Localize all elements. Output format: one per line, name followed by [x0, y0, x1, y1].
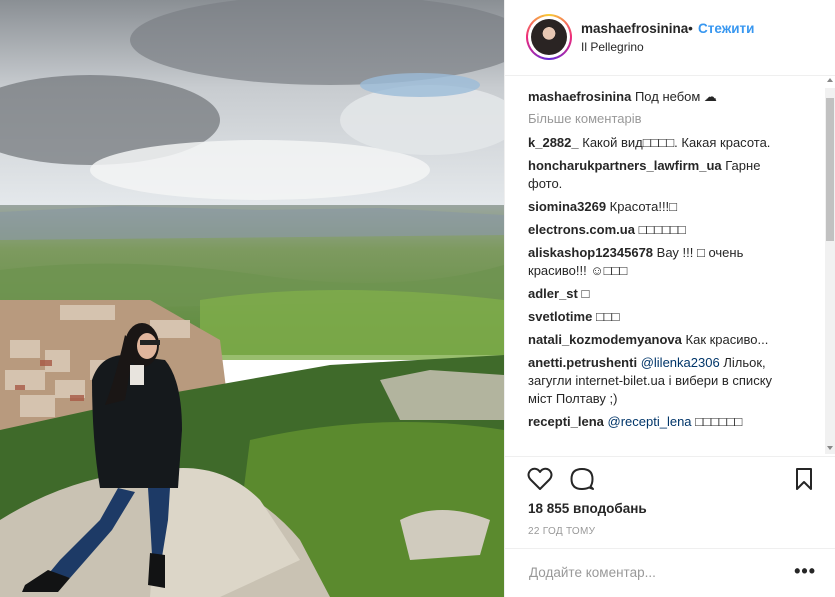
avatar-image — [531, 19, 567, 55]
author-username[interactable]: mashaefrosinina — [581, 21, 688, 36]
comment-text: □□□□□□ — [638, 222, 686, 237]
bookmark-icon[interactable] — [794, 467, 814, 491]
avatar[interactable] — [526, 14, 572, 60]
comment-username[interactable]: honcharukpartners_lawfirm_ua — [528, 158, 722, 173]
comment-bubble-icon[interactable] — [569, 467, 595, 491]
post-location[interactable]: Il Pellegrino — [581, 40, 644, 54]
list-item: siomina3269 Красота!!!□ — [528, 198, 798, 216]
comment-text: □□□ — [595, 309, 620, 324]
list-item: natali_kozmodemyanova Как красиво... — [528, 331, 798, 349]
comment-username[interactable]: svetlotime — [528, 309, 592, 324]
comment-text: Красота!!!□ — [609, 199, 678, 214]
comment-username[interactable]: adler_st — [528, 286, 578, 301]
landscape-photo — [0, 0, 504, 597]
post-header: mashaefrosinina • Стежити Il Pellegrino — [505, 0, 835, 76]
add-comment-input[interactable] — [527, 564, 771, 581]
list-item: recepti_lena @recepti_lena □□□□□□ — [528, 413, 798, 431]
scrollbar-thumb[interactable] — [826, 98, 834, 241]
list-item: adler_st □ — [528, 285, 798, 303]
comment-text: □ — [581, 286, 590, 301]
list-item: aliskashop12345678 Вау !!! □ очень краси… — [528, 244, 798, 280]
comment-text: Как красиво... — [685, 332, 769, 347]
scroll-down-arrow-icon[interactable] — [827, 446, 833, 450]
comment-username[interactable]: k_2882_ — [528, 135, 579, 150]
comment-mention[interactable]: @recepti_lena — [608, 414, 692, 429]
more-options-icon[interactable]: ••• — [794, 561, 816, 582]
comment-text: Какой вид□□□□. Какая красота. — [582, 135, 771, 150]
follow-button[interactable]: Стежити — [698, 21, 754, 36]
scroll-up-arrow-icon[interactable] — [827, 78, 833, 82]
post-details-panel: mashaefrosinina • Стежити Il Pellegrino … — [504, 0, 835, 597]
comment-username[interactable]: aliskashop12345678 — [528, 245, 653, 260]
list-item: electrons.com.ua □□□□□□ — [528, 221, 798, 239]
comment-username[interactable]: natali_kozmodemyanova — [528, 332, 682, 347]
post-actions: 18 855 вподобань 22 ГОД ТОМУ — [505, 456, 835, 556]
post-photo[interactable] — [0, 0, 504, 597]
header-separator: • — [688, 20, 693, 36]
list-item: svetlotime □□□ — [528, 308, 798, 326]
comment-text: □□□□□□ — [695, 414, 743, 429]
add-comment-bar: ••• — [505, 548, 835, 597]
list-item: k_2882_ Какой вид□□□□. Какая красота. — [528, 134, 798, 152]
likes-count[interactable]: 18 855 вподобань — [528, 501, 647, 516]
caption-text: Под небом ☁ — [634, 89, 717, 104]
post-caption: mashaefrosinina Под небом ☁ — [528, 88, 798, 106]
comments-section: mashaefrosinina Под небом ☁ Більше комен… — [505, 76, 835, 456]
caption-username[interactable]: mashaefrosinina — [528, 89, 631, 104]
instagram-post-modal: mashaefrosinina • Стежити Il Pellegrino … — [0, 0, 835, 597]
load-more-comments-button[interactable]: Більше коментарів — [528, 111, 798, 126]
comment-username[interactable]: recepti_lena — [528, 414, 604, 429]
comment-username[interactable]: anetti.petrushenti — [528, 355, 637, 370]
list-item: anetti.petrushenti @lilenka2306 Лільок, … — [528, 354, 798, 408]
comment-mention[interactable]: @lilenka2306 — [641, 355, 720, 370]
avatar-ring-inner — [528, 16, 570, 58]
post-timestamp[interactable]: 22 ГОД ТОМУ — [528, 526, 595, 537]
list-item: honcharukpartners_lawfirm_ua Гарне фото. — [528, 157, 798, 193]
heart-icon[interactable] — [527, 467, 553, 491]
comment-username[interactable]: siomina3269 — [528, 199, 606, 214]
comments-list: mashaefrosinina Под небом ☁ Більше комен… — [528, 88, 798, 436]
comment-username[interactable]: electrons.com.ua — [528, 222, 635, 237]
